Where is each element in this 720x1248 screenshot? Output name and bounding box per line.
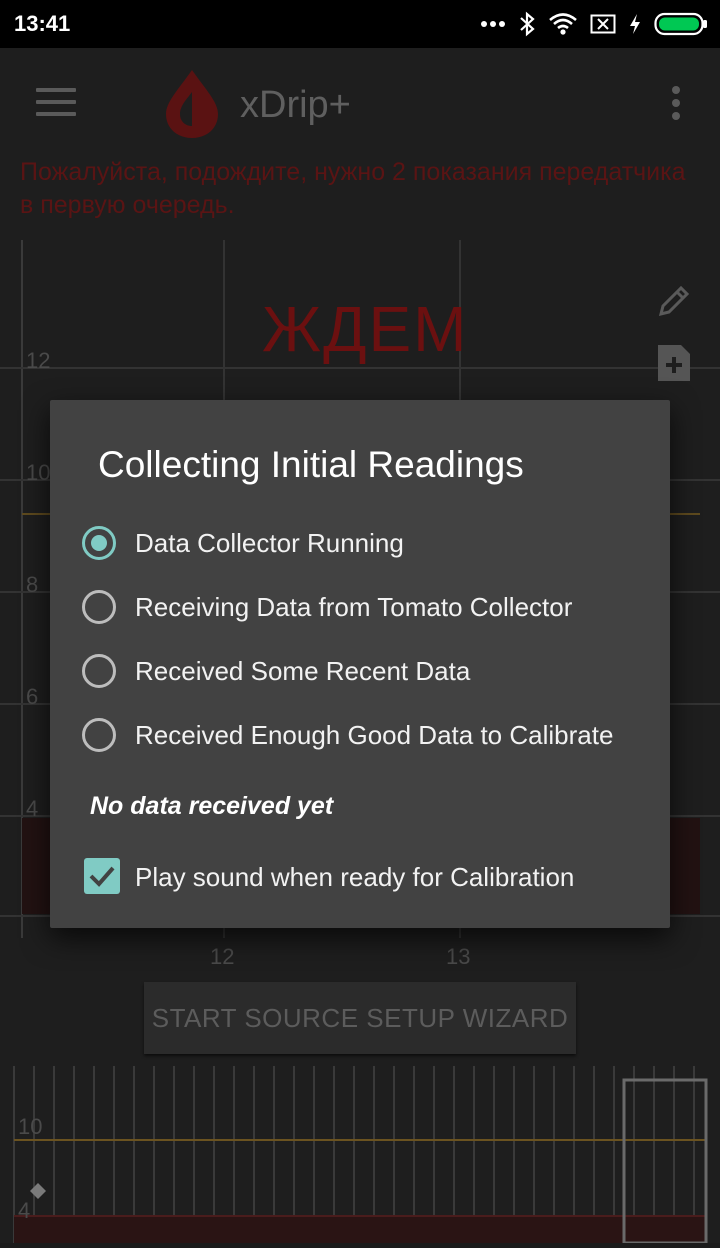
preview-y-label: 4 xyxy=(18,1198,31,1223)
x-axis-label: 12 xyxy=(210,944,235,969)
option-receiving-data[interactable]: Receiving Data from Tomato Collector xyxy=(80,588,660,636)
status-time: 13:41 xyxy=(14,11,71,36)
overflow-menu-icon[interactable] xyxy=(670,86,682,122)
radio-checked-icon[interactable] xyxy=(82,526,116,560)
option-received-recent-data[interactable]: Received Some Recent Data xyxy=(80,652,660,700)
sim-off-icon xyxy=(590,14,616,34)
radio-unchecked-icon[interactable] xyxy=(82,654,116,688)
status-bar: 13:41 xyxy=(0,0,720,48)
option-label: Received Enough Good Data to Calibrate xyxy=(135,720,614,750)
option-data-collector-running[interactable]: Data Collector Running xyxy=(80,524,660,572)
status-icons xyxy=(480,10,708,38)
dialog-title: Collecting Initial Readings xyxy=(98,444,524,485)
radio-unchecked-icon[interactable] xyxy=(82,590,116,624)
play-sound-checkbox-row[interactable]: Play sound when ready for Calibration xyxy=(80,856,660,900)
charging-icon xyxy=(630,14,640,34)
wifi-icon xyxy=(549,13,577,35)
play-sound-label: Play sound when ready for Calibration xyxy=(135,862,575,892)
more-dots-icon xyxy=(481,21,505,27)
preview-y-label: 10 xyxy=(18,1114,43,1139)
add-note-icon[interactable] xyxy=(655,343,693,383)
app-title: xDrip+ xyxy=(240,84,351,126)
y-axis-label: 12 xyxy=(26,348,51,373)
checkbox-checked-icon[interactable] xyxy=(84,858,120,894)
option-label: Data Collector Running xyxy=(135,528,404,558)
option-label: Received Some Recent Data xyxy=(135,656,471,686)
battery-icon xyxy=(654,12,707,36)
waiting-notice: Пожалуйста, подождите, нужно 2 показания… xyxy=(20,158,686,219)
waiting-label: ЖДЕМ xyxy=(262,293,469,365)
preview-chart-grid xyxy=(13,1066,708,1245)
toolbar xyxy=(0,48,720,160)
y-axis-label: 10 xyxy=(26,460,51,485)
pencil-icon[interactable] xyxy=(655,282,693,320)
collecting-readings-dialog: Collecting Initial Readings Data Collect… xyxy=(50,400,670,928)
y-axis-label: 4 xyxy=(26,796,39,821)
preview-chart: 10 4 xyxy=(0,1066,720,1245)
y-axis-label: 8 xyxy=(26,572,39,597)
radio-unchecked-icon[interactable] xyxy=(82,718,116,752)
option-label: Receiving Data from Tomato Collector xyxy=(135,592,573,622)
blood-drop-logo-icon xyxy=(166,70,218,138)
hamburger-menu-icon[interactable] xyxy=(36,88,76,118)
start-source-setup-wizard-button[interactable]: START SOURCE SETUP WIZARD xyxy=(144,982,576,1054)
y-axis-label: 6 xyxy=(26,684,39,709)
x-axis-label: 13 xyxy=(446,944,471,969)
bluetooth-icon xyxy=(520,11,535,37)
collection-status-text: No data received yet xyxy=(90,792,334,820)
option-received-enough-data[interactable]: Received Enough Good Data to Calibrate xyxy=(80,716,660,764)
